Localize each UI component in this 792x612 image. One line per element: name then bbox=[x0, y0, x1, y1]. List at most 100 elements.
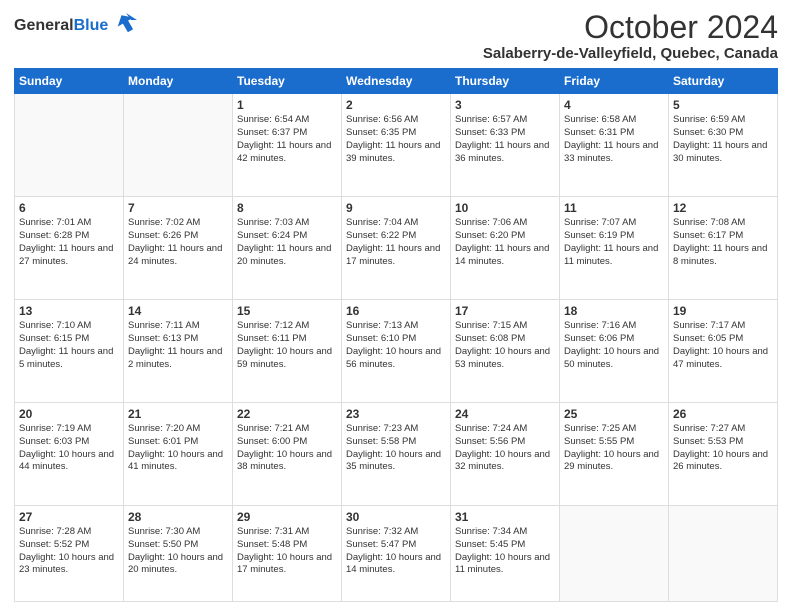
day-number: 6 bbox=[19, 201, 119, 215]
cell-content: Sunrise: 7:23 AM Sunset: 5:58 PM Dayligh… bbox=[346, 423, 446, 474]
day-number: 14 bbox=[128, 304, 228, 318]
day-number: 21 bbox=[128, 407, 228, 421]
day-number: 7 bbox=[128, 201, 228, 215]
calendar-cell: 31 Sunrise: 7:34 AM Sunset: 5:45 PM Dayli… bbox=[451, 506, 560, 602]
cell-content: Sunrise: 7:27 AM Sunset: 5:53 PM Dayligh… bbox=[673, 423, 773, 474]
calendar-cell: 28 Sunrise: 7:30 AM Sunset: 5:50 PM Dayli… bbox=[124, 506, 233, 602]
day-number: 20 bbox=[19, 407, 119, 421]
calendar-cell: 13Sunrise: 7:10 AM Sunset: 6:15 PM Dayli… bbox=[15, 300, 124, 403]
cell-content: Sunrise: 7:12 AM Sunset: 6:11 PM Dayligh… bbox=[237, 320, 337, 371]
cell-content: Sunrise: 7:21 AM Sunset: 6:00 PM Dayligh… bbox=[237, 423, 337, 474]
logo: GeneralBlue bbox=[14, 10, 137, 36]
cell-content: Sunrise: 7:07 AM Sunset: 6:19 PM Dayligh… bbox=[564, 217, 664, 268]
day-of-week-sunday: Sunday bbox=[15, 69, 124, 94]
calendar-cell: 8Sunrise: 7:03 AM Sunset: 6:24 PM Daylig… bbox=[233, 197, 342, 300]
cell-content: Sunrise: 7:17 AM Sunset: 6:05 PM Dayligh… bbox=[673, 320, 773, 371]
calendar-week-2: 6Sunrise: 7:01 AM Sunset: 6:28 PM Daylig… bbox=[15, 197, 778, 300]
day-number: 3 bbox=[455, 98, 555, 112]
calendar-cell bbox=[560, 506, 669, 602]
day-number: 18 bbox=[564, 304, 664, 318]
calendar-cell: 15 Sunrise: 7:12 AM Sunset: 6:11 PM Dayli… bbox=[233, 300, 342, 403]
cell-content: Sunrise: 7:04 AM Sunset: 6:22 PM Dayligh… bbox=[346, 217, 446, 268]
calendar-cell: 9 Sunrise: 7:04 AM Sunset: 6:22 PM Daylig… bbox=[342, 197, 451, 300]
cell-content: Sunrise: 7:25 AM Sunset: 5:55 PM Dayligh… bbox=[564, 423, 664, 474]
day-number: 16 bbox=[346, 304, 446, 318]
day-number: 1 bbox=[237, 98, 337, 112]
calendar-cell: 21 Sunrise: 7:20 AM Sunset: 6:01 PM Dayli… bbox=[124, 403, 233, 506]
month-year: October 2024 bbox=[483, 10, 778, 45]
calendar-cell: 20 Sunrise: 7:19 AM Sunset: 6:03 PM Dayli… bbox=[15, 403, 124, 506]
day-number: 15 bbox=[237, 304, 337, 318]
day-number: 2 bbox=[346, 98, 446, 112]
day-number: 9 bbox=[346, 201, 446, 215]
day-of-week-wednesday: Wednesday bbox=[342, 69, 451, 94]
cell-content: Sunrise: 7:15 AM Sunset: 6:08 PM Dayligh… bbox=[455, 320, 555, 371]
day-number: 27 bbox=[19, 510, 119, 524]
cell-content: Sunrise: 7:13 AM Sunset: 6:10 PM Dayligh… bbox=[346, 320, 446, 371]
day-number: 29 bbox=[237, 510, 337, 524]
logo-blue: Blue bbox=[74, 17, 109, 34]
calendar-cell: 26 Sunrise: 7:27 AM Sunset: 5:53 PM Dayli… bbox=[669, 403, 778, 506]
cell-content: Sunrise: 7:19 AM Sunset: 6:03 PM Dayligh… bbox=[19, 423, 119, 474]
cell-content: Sunrise: 7:16 AM Sunset: 6:06 PM Dayligh… bbox=[564, 320, 664, 371]
day-number: 28 bbox=[128, 510, 228, 524]
calendar-cell: 10 Sunrise: 7:06 AM Sunset: 6:20 PM Dayli… bbox=[451, 197, 560, 300]
calendar-cell: 11 Sunrise: 7:07 AM Sunset: 6:19 PM Dayli… bbox=[560, 197, 669, 300]
calendar-cell: 16 Sunrise: 7:13 AM Sunset: 6:10 PM Dayli… bbox=[342, 300, 451, 403]
cell-content: Sunrise: 7:31 AM Sunset: 5:48 PM Dayligh… bbox=[237, 526, 337, 577]
cell-content: Sunrise: 7:32 AM Sunset: 5:47 PM Dayligh… bbox=[346, 526, 446, 577]
calendar-cell: 25Sunrise: 7:25 AM Sunset: 5:55 PM Dayli… bbox=[560, 403, 669, 506]
calendar-cell: 2 Sunrise: 6:56 AM Sunset: 6:35 PM Daylig… bbox=[342, 94, 451, 197]
day-number: 24 bbox=[455, 407, 555, 421]
logo-bird-icon bbox=[115, 10, 137, 35]
day-number: 22 bbox=[237, 407, 337, 421]
calendar-header-row: SundayMondayTuesdayWednesdayThursdayFrid… bbox=[15, 69, 778, 94]
cell-content: Sunrise: 6:57 AM Sunset: 6:33 PM Dayligh… bbox=[455, 114, 555, 165]
day-number: 11 bbox=[564, 201, 664, 215]
calendar-cell: 29 Sunrise: 7:31 AM Sunset: 5:48 PM Dayli… bbox=[233, 506, 342, 602]
cell-content: Sunrise: 7:06 AM Sunset: 6:20 PM Dayligh… bbox=[455, 217, 555, 268]
calendar-week-5: 27 Sunrise: 7:28 AM Sunset: 5:52 PM Dayli… bbox=[15, 506, 778, 602]
cell-content: Sunrise: 7:30 AM Sunset: 5:50 PM Dayligh… bbox=[128, 526, 228, 577]
day-number: 23 bbox=[346, 407, 446, 421]
calendar-cell: 24 Sunrise: 7:24 AM Sunset: 5:56 PM Dayli… bbox=[451, 403, 560, 506]
calendar-cell: 23 Sunrise: 7:23 AM Sunset: 5:58 PM Dayli… bbox=[342, 403, 451, 506]
day-number: 4 bbox=[564, 98, 664, 112]
header: GeneralBlue October 2024 Salaberry-de-Va… bbox=[14, 10, 778, 62]
calendar-cell: 17Sunrise: 7:15 AM Sunset: 6:08 PM Dayli… bbox=[451, 300, 560, 403]
day-of-week-saturday: Saturday bbox=[669, 69, 778, 94]
day-of-week-monday: Monday bbox=[124, 69, 233, 94]
calendar-cell bbox=[669, 506, 778, 602]
day-number: 31 bbox=[455, 510, 555, 524]
calendar-cell: 12Sunrise: 7:08 AM Sunset: 6:17 PM Dayli… bbox=[669, 197, 778, 300]
calendar-cell bbox=[124, 94, 233, 197]
cell-content: Sunrise: 7:02 AM Sunset: 6:26 PM Dayligh… bbox=[128, 217, 228, 268]
day-number: 26 bbox=[673, 407, 773, 421]
day-number: 30 bbox=[346, 510, 446, 524]
calendar-cell: 4Sunrise: 6:58 AM Sunset: 6:31 PM Daylig… bbox=[560, 94, 669, 197]
calendar-cell: 5Sunrise: 6:59 AM Sunset: 6:30 PM Daylig… bbox=[669, 94, 778, 197]
calendar-cell: 22 Sunrise: 7:21 AM Sunset: 6:00 PM Dayli… bbox=[233, 403, 342, 506]
page: GeneralBlue October 2024 Salaberry-de-Va… bbox=[0, 0, 792, 612]
calendar-cell: 3 Sunrise: 6:57 AM Sunset: 6:33 PM Daylig… bbox=[451, 94, 560, 197]
cell-content: Sunrise: 7:20 AM Sunset: 6:01 PM Dayligh… bbox=[128, 423, 228, 474]
calendar-cell: 6Sunrise: 7:01 AM Sunset: 6:28 PM Daylig… bbox=[15, 197, 124, 300]
day-number: 10 bbox=[455, 201, 555, 215]
day-number: 5 bbox=[673, 98, 773, 112]
logo-general: General bbox=[14, 17, 74, 34]
day-of-week-thursday: Thursday bbox=[451, 69, 560, 94]
cell-content: Sunrise: 7:10 AM Sunset: 6:15 PM Dayligh… bbox=[19, 320, 119, 371]
calendar-week-3: 13Sunrise: 7:10 AM Sunset: 6:15 PM Dayli… bbox=[15, 300, 778, 403]
cell-content: Sunrise: 7:03 AM Sunset: 6:24 PM Dayligh… bbox=[237, 217, 337, 268]
cell-content: Sunrise: 7:11 AM Sunset: 6:13 PM Dayligh… bbox=[128, 320, 228, 371]
cell-content: Sunrise: 7:34 AM Sunset: 5:45 PM Dayligh… bbox=[455, 526, 555, 577]
day-of-week-friday: Friday bbox=[560, 69, 669, 94]
calendar-week-4: 20 Sunrise: 7:19 AM Sunset: 6:03 PM Dayli… bbox=[15, 403, 778, 506]
cell-content: Sunrise: 7:28 AM Sunset: 5:52 PM Dayligh… bbox=[19, 526, 119, 577]
cell-content: Sunrise: 7:24 AM Sunset: 5:56 PM Dayligh… bbox=[455, 423, 555, 474]
calendar-week-1: 1Sunrise: 6:54 AM Sunset: 6:37 PM Daylig… bbox=[15, 94, 778, 197]
calendar-table: SundayMondayTuesdayWednesdayThursdayFrid… bbox=[14, 68, 778, 602]
day-number: 19 bbox=[673, 304, 773, 318]
cell-content: Sunrise: 6:56 AM Sunset: 6:35 PM Dayligh… bbox=[346, 114, 446, 165]
title-block: October 2024 Salaberry-de-Valleyfield, Q… bbox=[483, 10, 778, 62]
